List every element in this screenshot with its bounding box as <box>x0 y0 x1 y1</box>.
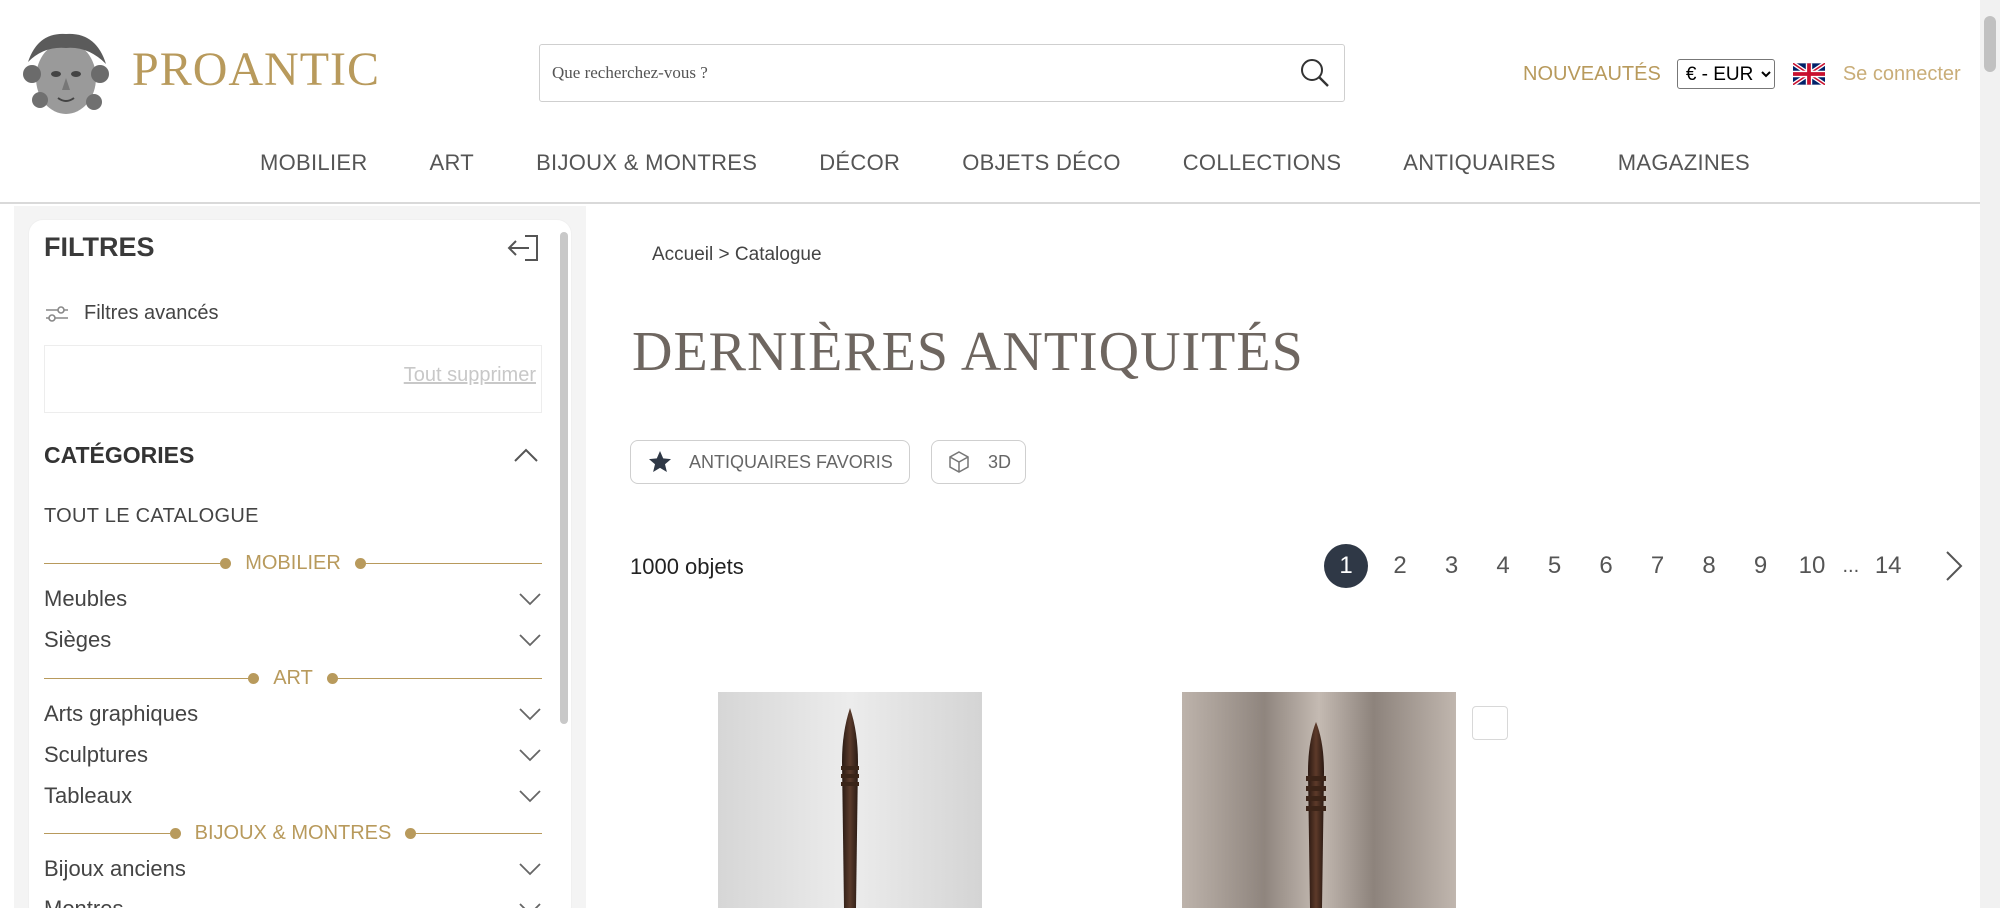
clear-all-link[interactable]: Tout supprimer <box>404 364 536 387</box>
results-count: 1000 objets <box>630 554 744 579</box>
nav-art[interactable]: ART <box>430 142 475 184</box>
page-scrollbar[interactable] <box>1980 0 2000 908</box>
chevron-up-icon[interactable] <box>513 446 539 464</box>
page-9[interactable]: 9 <box>1736 544 1786 588</box>
category-meubles[interactable]: Meubles <box>44 586 542 612</box>
section-mobilier-label: MOBILIER <box>245 551 341 574</box>
search-input[interactable] <box>540 45 1286 101</box>
nouveautes-link[interactable]: NOUVEAUTÉS <box>1523 63 1661 86</box>
advanced-filters-button[interactable]: Filtres avancés <box>44 302 219 325</box>
view-3d-label: 3D <box>988 451 1012 472</box>
main-nav: MOBILIER ART BIJOUX & MONTRES DÉCOR OBJE… <box>260 142 1812 184</box>
nav-bijoux-montres[interactable]: BIJOUX & MONTRES <box>536 142 757 184</box>
page-4[interactable]: 4 <box>1478 544 1528 588</box>
page-8[interactable]: 8 <box>1684 544 1734 588</box>
page-7[interactable]: 7 <box>1633 544 1683 588</box>
chevron-down-icon[interactable] <box>518 788 542 804</box>
uk-flag-icon[interactable] <box>1792 63 1825 85</box>
chevron-down-icon[interactable] <box>518 591 542 607</box>
nav-mobilier[interactable]: MOBILIER <box>260 142 368 184</box>
header: PROANTIC NOUVEAUTÉS € - EUR Se connecter… <box>0 0 1980 204</box>
nav-magazines[interactable]: MAGAZINES <box>1618 142 1750 184</box>
section-mobilier: MOBILIER <box>44 548 543 578</box>
category-sculptures[interactable]: Sculptures <box>44 742 542 768</box>
category-label: Sculptures <box>44 742 148 767</box>
search-icon[interactable] <box>1286 44 1344 102</box>
page-2[interactable]: 2 <box>1375 544 1425 588</box>
section-art-label: ART <box>273 666 313 689</box>
page-title: DERNIÈRES ANTIQUITÉS <box>632 321 1304 383</box>
sliders-icon <box>46 305 68 322</box>
pagination-ellipsis: ... <box>1842 554 1860 577</box>
chevron-down-icon[interactable] <box>518 706 542 722</box>
category-bijoux-anciens[interactable]: Bijoux anciens <box>44 856 542 882</box>
page-5[interactable]: 5 <box>1530 544 1580 588</box>
category-tableaux[interactable]: Tableaux <box>44 783 542 809</box>
category-label: Meubles <box>44 586 128 611</box>
favorite-dealers-label: ANTIQUAIRES FAVORIS <box>689 451 893 472</box>
chevron-down-icon[interactable] <box>518 901 542 908</box>
section-art: ART <box>44 663 543 693</box>
page-3[interactable]: 3 <box>1427 544 1477 588</box>
page-6[interactable]: 6 <box>1581 544 1631 588</box>
filters-title: FILTRES <box>44 232 155 262</box>
view-3d-button[interactable]: 3D <box>931 440 1027 484</box>
sidebar-scrollbar[interactable] <box>560 232 568 724</box>
favorite-dealers-button[interactable]: ANTIQUAIRES FAVORIS <box>630 440 910 484</box>
active-filters-box: Tout supprimer <box>44 345 542 413</box>
page-1[interactable]: 1 <box>1324 544 1368 588</box>
page: PROANTIC NOUVEAUTÉS € - EUR Se connecter… <box>0 0 2000 908</box>
categories-title[interactable]: CATÉGORIES <box>44 442 194 469</box>
product-image[interactable] <box>718 692 982 908</box>
chevron-down-icon[interactable] <box>518 632 542 648</box>
category-sieges[interactable]: Sièges <box>44 627 542 653</box>
nav-objets-deco[interactable]: OBJETS DÉCO <box>962 142 1121 184</box>
chevron-down-icon[interactable] <box>518 861 542 877</box>
currency-select[interactable]: € - EUR <box>1676 59 1775 89</box>
pagination: 1 2 3 4 5 6 7 8 9 10 ... 14 <box>1324 544 1969 588</box>
nav-collections[interactable]: COLLECTIONS <box>1183 142 1342 184</box>
advanced-filters-label: Filtres avancés <box>84 302 219 324</box>
chevron-down-icon[interactable] <box>518 747 542 763</box>
header-actions: NOUVEAUTÉS € - EUR Se connecter <box>1523 56 1961 92</box>
category-label: Tableaux <box>44 783 133 808</box>
category-label: Bijoux anciens <box>44 856 186 881</box>
category-arts-graphiques[interactable]: Arts graphiques <box>44 701 542 727</box>
category-label: Arts graphiques <box>44 701 199 726</box>
nav-antiquaires[interactable]: ANTIQUAIRES <box>1403 142 1555 184</box>
search-bar <box>539 44 1345 102</box>
brand-name[interactable]: PROANTIC <box>132 42 380 97</box>
login-link[interactable]: Se connecter <box>1843 63 1961 86</box>
category-montres[interactable]: Montres <box>44 896 542 908</box>
page-14[interactable]: 14 <box>1863 544 1913 588</box>
page-10[interactable]: 10 <box>1787 544 1837 588</box>
section-bijoux-label: BIJOUX & MONTRES <box>194 821 392 844</box>
breadcrumb[interactable]: Accueil > Catalogue <box>652 244 822 266</box>
favorite-checkbox[interactable] <box>1472 706 1508 740</box>
collapse-sidebar-icon[interactable] <box>505 232 541 264</box>
scrollbar-thumb[interactable] <box>1984 16 1996 72</box>
nav-decor[interactable]: DÉCOR <box>819 142 900 184</box>
all-catalog-link[interactable]: TOUT LE CATALOGUE <box>44 505 259 528</box>
category-label: Sièges <box>44 627 112 652</box>
star-icon <box>649 451 671 472</box>
category-label: Montres <box>44 896 123 908</box>
section-bijoux: BIJOUX & MONTRES <box>44 818 543 848</box>
cube-3d-icon <box>949 451 969 473</box>
medusa-logo-icon[interactable] <box>18 22 114 122</box>
product-image[interactable] <box>1182 692 1456 908</box>
chevron-right-icon[interactable] <box>1939 549 1969 583</box>
